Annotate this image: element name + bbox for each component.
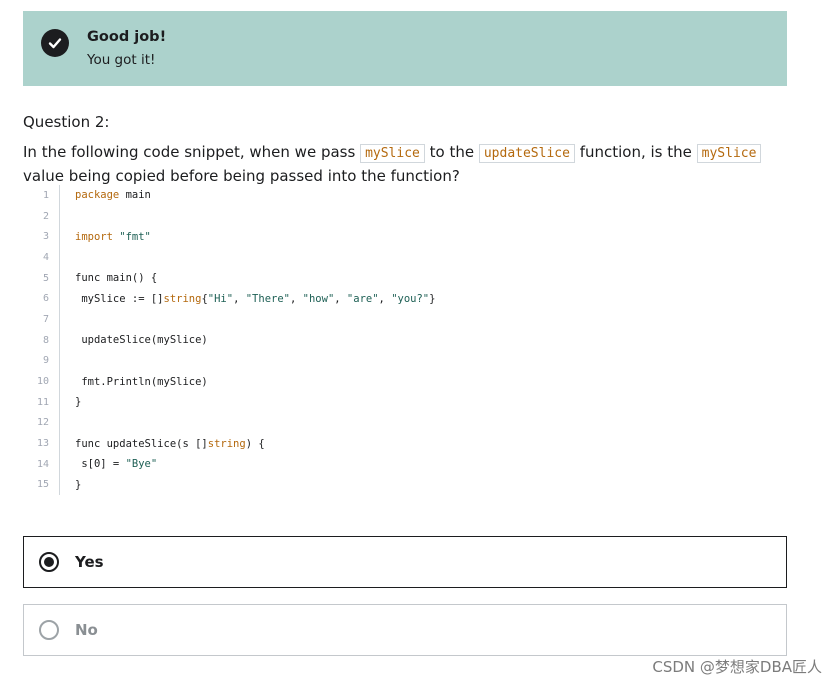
answer-option-yes[interactable]: Yes bbox=[23, 536, 787, 588]
code-line: 7 bbox=[23, 309, 783, 330]
line-number: 11 bbox=[36, 396, 49, 408]
gutter-divider bbox=[59, 474, 60, 496]
code-text: } bbox=[75, 396, 82, 409]
code-line: 5 func main() { bbox=[23, 267, 783, 289]
question-text-part: to the bbox=[424, 143, 479, 161]
line-number: 6 bbox=[42, 293, 49, 305]
code-line: 13 func updateSlice(s []string) { bbox=[23, 433, 783, 454]
code-line: 12 bbox=[23, 412, 783, 434]
code-text: updateSlice(mySlice) bbox=[75, 334, 208, 347]
question-text-part: In the following code snippet, when we p… bbox=[23, 143, 361, 161]
radio-unselected-icon[interactable] bbox=[39, 620, 59, 640]
code-text: mySlice := []string{"Hi", "There", "how"… bbox=[75, 292, 436, 305]
line-number: 9 bbox=[42, 355, 49, 367]
code-line: 6 mySlice := []string{"Hi", "There", "ho… bbox=[23, 288, 783, 310]
gutter-divider bbox=[59, 288, 60, 310]
code-line: 14 s[0] = "Bye" bbox=[23, 453, 783, 475]
gutter-divider bbox=[59, 247, 60, 268]
line-number: 7 bbox=[42, 313, 49, 325]
gutter-divider bbox=[59, 226, 60, 248]
code-text: } bbox=[75, 478, 82, 491]
gutter-divider bbox=[59, 453, 60, 475]
gutter-divider bbox=[59, 267, 60, 289]
code-text: fmt.Println(mySlice) bbox=[75, 375, 208, 388]
code-line: 1 package main bbox=[23, 185, 783, 206]
code-line: 2 bbox=[23, 205, 783, 227]
gutter-divider bbox=[59, 205, 60, 227]
check-circle-icon bbox=[41, 29, 69, 57]
banner-subtitle: You got it! bbox=[87, 52, 156, 68]
line-number: 1 bbox=[42, 189, 49, 201]
gutter-divider bbox=[59, 371, 60, 392]
line-number: 10 bbox=[36, 376, 49, 388]
gutter-divider bbox=[59, 391, 60, 413]
gutter-divider bbox=[59, 185, 60, 206]
option-label: No bbox=[75, 621, 98, 639]
inline-code: mySlice bbox=[696, 144, 762, 163]
inline-code: mySlice bbox=[360, 144, 425, 163]
radio-selected-icon[interactable] bbox=[39, 552, 59, 572]
gutter-divider bbox=[59, 433, 60, 454]
line-number: 8 bbox=[42, 334, 49, 346]
code-line: 15} bbox=[23, 474, 783, 496]
question-text-part: function, is the bbox=[574, 143, 697, 161]
gutter-divider bbox=[59, 309, 60, 330]
inline-code: updateSlice bbox=[478, 144, 575, 163]
code-text: func updateSlice(s []string) { bbox=[75, 437, 265, 450]
gutter-divider bbox=[59, 350, 60, 372]
line-number: 12 bbox=[36, 417, 49, 429]
gutter-divider bbox=[59, 412, 60, 434]
question-text: In the following code snippet, when we p… bbox=[23, 141, 793, 188]
line-number: 13 bbox=[36, 438, 49, 450]
code-line: 10 fmt.Println(mySlice) bbox=[23, 371, 783, 392]
question-label: Question 2: bbox=[23, 113, 110, 131]
option-label: Yes bbox=[75, 553, 104, 571]
line-number: 4 bbox=[42, 251, 49, 263]
line-number: 2 bbox=[42, 210, 49, 222]
banner-title: Good job! bbox=[87, 29, 167, 45]
code-text: s[0] = "Bye" bbox=[75, 458, 158, 471]
code-line: 3 import "fmt" bbox=[23, 226, 783, 248]
line-number: 15 bbox=[36, 479, 49, 491]
code-text: package main bbox=[75, 189, 151, 202]
code-line: 9 bbox=[23, 350, 783, 372]
code-text: import "fmt" bbox=[75, 230, 151, 243]
watermark: CSDN @梦想家DBA匠人 bbox=[652, 658, 822, 676]
question-text-part: value being copied before being passed i… bbox=[23, 167, 460, 185]
code-line: 8 updateSlice(mySlice) bbox=[23, 329, 783, 351]
success-banner: Good job! You got it! bbox=[23, 11, 787, 86]
gutter-divider bbox=[59, 329, 60, 351]
code-snippet: 1 package main 2 3 import "fmt" 4 5 func main()… bbox=[23, 185, 783, 496]
line-number: 14 bbox=[36, 458, 49, 470]
code-text: func main() { bbox=[75, 272, 158, 285]
line-number: 5 bbox=[42, 272, 49, 284]
code-line: 11} bbox=[23, 391, 783, 413]
code-line: 4 bbox=[23, 247, 783, 268]
line-number: 3 bbox=[42, 231, 49, 243]
answer-option-no[interactable]: No bbox=[23, 604, 787, 656]
